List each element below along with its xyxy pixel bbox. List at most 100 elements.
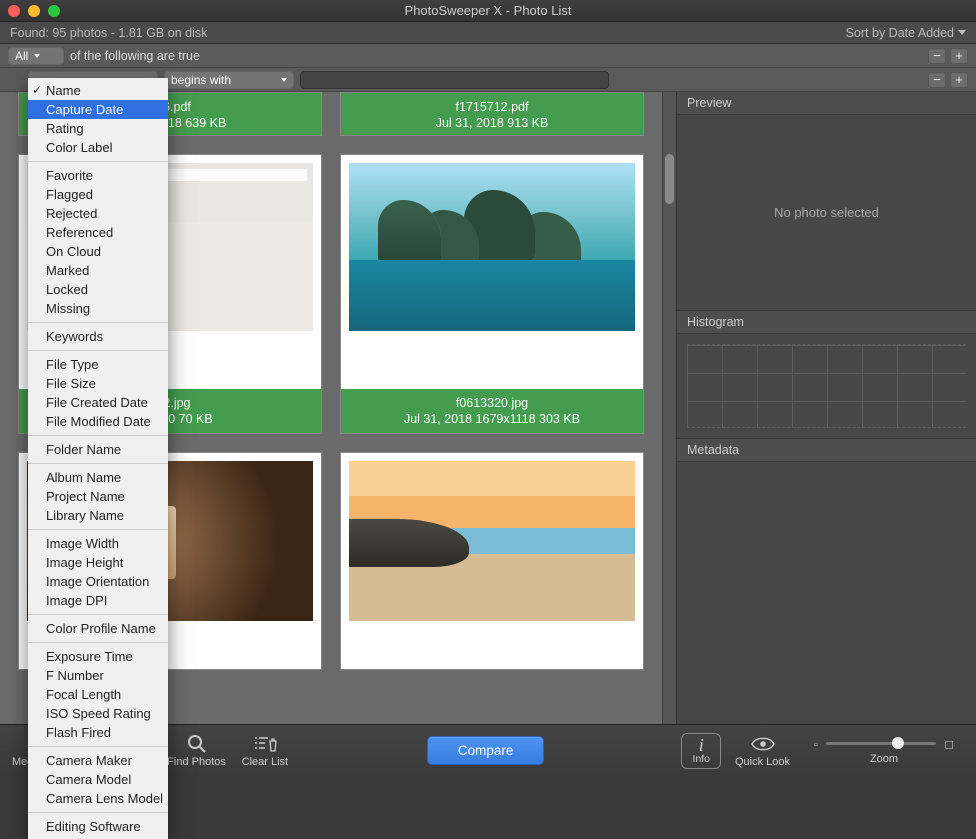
- clear-list-button[interactable]: Clear List: [240, 734, 290, 768]
- dropdown-item[interactable]: Color Profile Name: [28, 619, 168, 638]
- info-button[interactable]: i Info: [681, 733, 721, 769]
- thumbnail-image: [349, 163, 635, 331]
- dropdown-separator: [28, 161, 168, 162]
- dropdown-item[interactable]: Flagged: [28, 185, 168, 204]
- filter-operator-select[interactable]: begins with: [164, 71, 294, 89]
- dropdown-item[interactable]: Camera Model: [28, 770, 168, 789]
- dropdown-item[interactable]: Project Name: [28, 487, 168, 506]
- filter-all-label: All: [15, 49, 28, 63]
- dropdown-item[interactable]: Camera Lens Model: [28, 789, 168, 808]
- dropdown-item[interactable]: On Cloud: [28, 242, 168, 261]
- photo-card[interactable]: f1715712.pdf Jul 31, 2018 913 KB: [340, 92, 644, 136]
- search-icon: [185, 734, 209, 754]
- dropdown-separator: [28, 614, 168, 615]
- sort-label: Sort by Date Added: [846, 26, 954, 40]
- filter-field-dropdown[interactable]: NameCapture DateRatingColor Label Favorit…: [28, 78, 168, 839]
- dropdown-separator: [28, 812, 168, 813]
- zoom-out-icon[interactable]: ▫: [814, 737, 818, 751]
- dropdown-item[interactable]: Image DPI: [28, 591, 168, 610]
- dropdown-separator: [28, 746, 168, 747]
- metadata-area: [677, 462, 976, 724]
- dropdown-item[interactable]: Image Orientation: [28, 572, 168, 591]
- minimize-window-button[interactable]: [28, 5, 40, 17]
- window-title: PhotoSweeper X - Photo List: [0, 3, 976, 18]
- preview-area: No photo selected: [677, 115, 976, 311]
- dropdown-item[interactable]: File Type: [28, 355, 168, 374]
- zoom-control[interactable]: ▫ ◻ Zoom: [804, 737, 964, 765]
- zoom-in-icon[interactable]: ◻: [944, 737, 954, 751]
- dropdown-item[interactable]: Focal Length: [28, 685, 168, 704]
- filter-operator-label: begins with: [171, 73, 231, 87]
- dropdown-item[interactable]: Missing: [28, 299, 168, 318]
- photo-meta: Jul 31, 2018 913 KB: [341, 116, 643, 130]
- scrollbar-thumb[interactable]: [665, 154, 674, 204]
- dropdown-separator: [28, 435, 168, 436]
- tool-label: Info: [692, 753, 710, 765]
- info-icon: i: [699, 737, 704, 753]
- dropdown-item[interactable]: Image Height: [28, 553, 168, 572]
- photo-meta: Jul 31, 2018 1679x1118 303 KB: [341, 412, 643, 426]
- filter-row-root: All of the following are true − +: [0, 44, 976, 68]
- dropdown-separator: [28, 350, 168, 351]
- zoom-slider[interactable]: [826, 742, 936, 745]
- photo-name: f0613320.jpg: [341, 396, 643, 410]
- dropdown-item[interactable]: File Size: [28, 374, 168, 393]
- filter-suffix: of the following are true: [70, 49, 200, 63]
- vertical-scrollbar[interactable]: [662, 92, 676, 724]
- filter-remove-button[interactable]: −: [928, 72, 946, 88]
- photo-name: f1715712.pdf: [341, 100, 643, 114]
- dropdown-item[interactable]: Keywords: [28, 327, 168, 346]
- dropdown-separator: [28, 529, 168, 530]
- filter-all-select[interactable]: All: [8, 47, 64, 65]
- dropdown-item[interactable]: File Created Date: [28, 393, 168, 412]
- found-count: Found: 95 photos - 1.81 GB on disk: [10, 26, 207, 40]
- dropdown-item[interactable]: Rejected: [28, 204, 168, 223]
- dropdown-item[interactable]: ISO Speed Rating: [28, 704, 168, 723]
- dropdown-item[interactable]: Image Width: [28, 534, 168, 553]
- statusbar: Found: 95 photos - 1.81 GB on disk Sort …: [0, 22, 976, 44]
- dropdown-item[interactable]: Flash Fired: [28, 723, 168, 742]
- dropdown-item[interactable]: F Number: [28, 666, 168, 685]
- eye-icon: [751, 734, 775, 754]
- dropdown-item[interactable]: Exposure Time: [28, 647, 168, 666]
- dropdown-item[interactable]: Referenced: [28, 223, 168, 242]
- dropdown-separator: [28, 322, 168, 323]
- quick-look-button[interactable]: Quick Look: [735, 734, 790, 768]
- dropdown-separator: [28, 463, 168, 464]
- photo-card[interactable]: f0613320.jpg Jul 31, 2018 1679x1118 303 …: [340, 154, 644, 434]
- tool-label: Find Photos: [167, 756, 226, 768]
- compare-label: Compare: [458, 743, 514, 758]
- preview-title: Preview: [677, 92, 976, 115]
- dropdown-item[interactable]: Color Label: [28, 138, 168, 157]
- dropdown-item[interactable]: Folder Name: [28, 440, 168, 459]
- dropdown-item[interactable]: Camera Maker: [28, 751, 168, 770]
- metadata-title: Metadata: [677, 439, 976, 462]
- chevron-down-icon: [34, 54, 40, 58]
- dropdown-item[interactable]: Capture Date: [28, 100, 168, 119]
- dropdown-item[interactable]: File Modified Date: [28, 412, 168, 431]
- chevron-down-icon: [281, 78, 287, 82]
- dropdown-item[interactable]: Favorite: [28, 166, 168, 185]
- preview-empty-text: No photo selected: [774, 205, 879, 220]
- filter-add-button[interactable]: +: [950, 72, 968, 88]
- compare-button[interactable]: Compare: [427, 736, 545, 765]
- filter-value-input[interactable]: [300, 71, 609, 89]
- filter-remove-button[interactable]: −: [928, 48, 946, 64]
- zoom-slider-knob[interactable]: [892, 737, 904, 749]
- dropdown-item[interactable]: Album Name: [28, 468, 168, 487]
- dropdown-item[interactable]: Marked: [28, 261, 168, 280]
- dropdown-item[interactable]: Locked: [28, 280, 168, 299]
- zoom-window-button[interactable]: [48, 5, 60, 17]
- dropdown-item[interactable]: Editing Software: [28, 817, 168, 836]
- find-photos-button[interactable]: Find Photos: [167, 734, 226, 768]
- dropdown-item[interactable]: Rating: [28, 119, 168, 138]
- filter-add-button[interactable]: +: [950, 48, 968, 64]
- dropdown-item[interactable]: Library Name: [28, 506, 168, 525]
- tool-label: Clear List: [242, 756, 288, 768]
- close-window-button[interactable]: [8, 5, 20, 17]
- sort-menu[interactable]: Sort by Date Added: [846, 26, 966, 40]
- photo-card[interactable]: [340, 452, 644, 670]
- histogram-title: Histogram: [677, 311, 976, 334]
- dropdown-item[interactable]: Name: [28, 81, 168, 100]
- histogram-area: [677, 334, 976, 439]
